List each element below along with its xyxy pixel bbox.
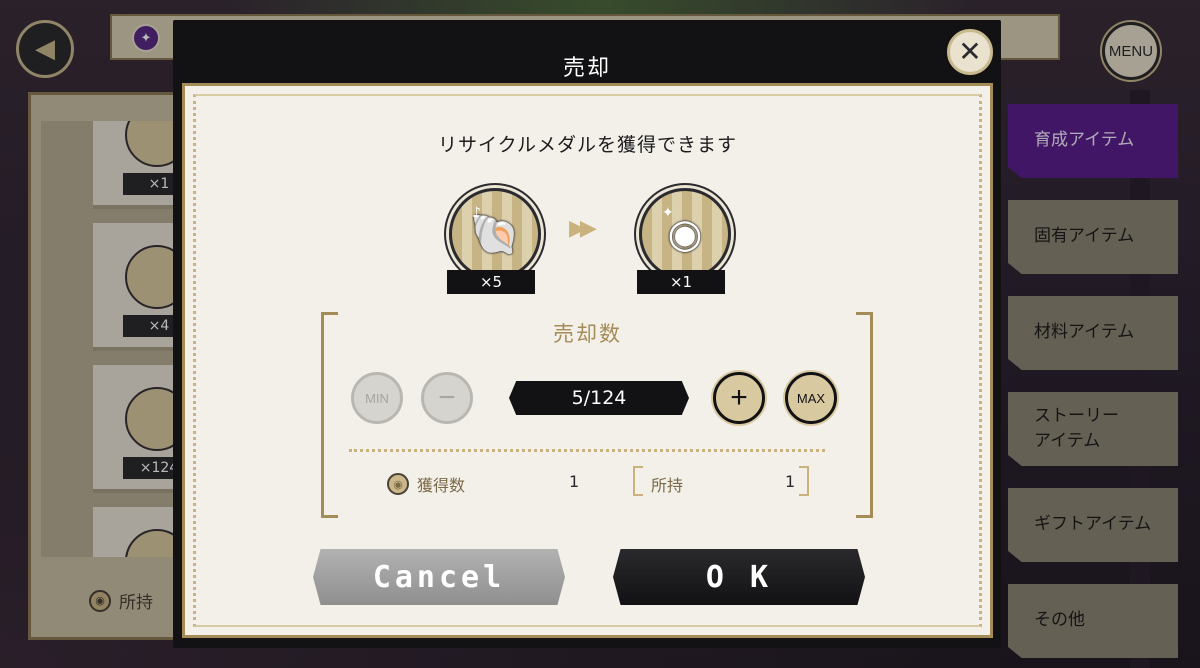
gain-value: 1 — [569, 472, 580, 491]
close-button[interactable]: ✕ — [947, 29, 993, 75]
quantity-display: 5/124 — [509, 381, 689, 415]
dialog-message: リサイクルメダルを獲得できます — [437, 134, 738, 156]
cancel-button[interactable]: Cancel — [313, 549, 565, 605]
from-item-count: ×5 — [447, 270, 535, 294]
bracket-left — [633, 466, 643, 496]
ok-button[interactable]: O K — [613, 549, 865, 605]
sell-dialog: 売却 ✕ リサイクルメダルを獲得できます ♪ 🐚 ×5 ▶▶ ✦ ◉ ×1 売却… — [173, 20, 1001, 648]
gain-text: 獲得数 — [417, 476, 466, 495]
increase-button[interactable]: + — [713, 372, 765, 424]
double-chevron-right-icon: ▶▶ — [569, 216, 597, 241]
min-button[interactable]: MIN — [351, 372, 403, 424]
sparkle-icon: ✦ — [662, 205, 674, 221]
divider — [349, 449, 825, 452]
music-note-icon: ♪ — [472, 205, 481, 221]
min-label: MIN — [365, 390, 389, 406]
decrease-button[interactable]: − — [421, 372, 473, 424]
minus-icon: − — [438, 381, 456, 414]
recycle-medal-icon: ◉ — [387, 473, 409, 495]
max-button[interactable]: MAX — [785, 372, 837, 424]
cancel-label: Cancel — [372, 559, 506, 595]
plus-icon: + — [730, 381, 748, 414]
shell-item-icon: ♪ 🐚 — [449, 188, 541, 280]
gain-label: ◉ 獲得数 — [387, 472, 465, 496]
close-icon: ✕ — [958, 35, 982, 68]
bracket-right — [799, 466, 809, 496]
max-label: MAX — [796, 390, 826, 406]
dialog-title: 売却 — [562, 56, 611, 81]
sell-quantity-title: 売却数 — [553, 322, 622, 346]
recycle-medal-icon: ✦ ◉ — [639, 188, 731, 280]
to-item-count: ×1 — [637, 270, 725, 294]
dialog-body: リサイクルメダルを獲得できます ♪ 🐚 ×5 ▶▶ ✦ ◉ ×1 売却数 MIN… — [182, 83, 993, 638]
ok-label: O K — [705, 559, 773, 595]
owned-label: 所持 — [651, 476, 684, 495]
owned-value: 1 — [785, 472, 796, 491]
